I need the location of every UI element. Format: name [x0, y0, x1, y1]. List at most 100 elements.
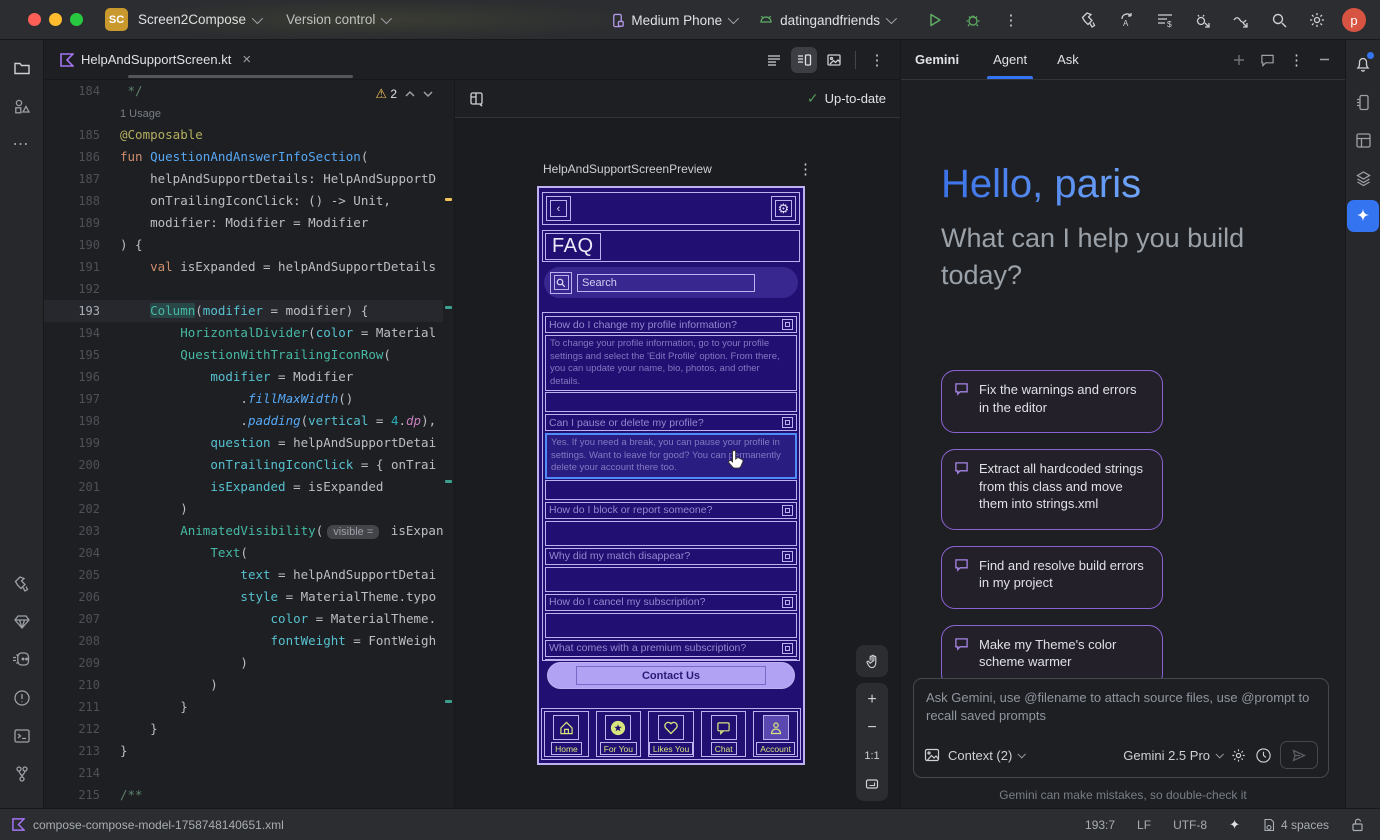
attach-debugger-icon[interactable] — [1189, 6, 1217, 34]
faq-question-row[interactable]: How do I block or report someone? — [545, 502, 797, 519]
indent-selector[interactable]: 4 spaces — [1262, 818, 1329, 832]
device-selector[interactable]: Medium Phone — [610, 13, 736, 28]
expand-toggle-icon[interactable] — [782, 597, 793, 608]
app-quality-insights-icon[interactable] — [6, 606, 38, 638]
code-line[interactable]: 186fun QuestionAndAnswerInfoSection( — [44, 146, 443, 168]
contact-us-button[interactable]: Contact Us — [547, 662, 795, 689]
device-streaming-icon[interactable]: A — [1113, 6, 1141, 34]
faq-question-row[interactable]: Why did my match disappear? — [545, 548, 797, 565]
run-button[interactable] — [921, 6, 949, 34]
code-line[interactable]: 198 .padding(vertical = 4.dp), — [44, 410, 443, 432]
tab-agent[interactable]: Agent — [987, 40, 1033, 79]
faq-answer-selected[interactable]: Yes. If you need a break, you can pause … — [545, 433, 797, 479]
split-view-button[interactable] — [791, 47, 817, 73]
code-line[interactable]: 206 style = MaterialTheme.typo — [44, 586, 443, 608]
expand-toggle-icon[interactable] — [782, 319, 793, 330]
search-bar[interactable]: Search — [544, 267, 798, 298]
send-button[interactable] — [1280, 741, 1318, 769]
code-line[interactable]: 187 helpAndSupportDetails: HelpAndSuppor… — [44, 168, 443, 190]
code-line[interactable]: 190) { — [44, 234, 443, 256]
gemini-options-kebab[interactable]: ⋮ — [1289, 51, 1304, 69]
prompt-settings-gear-icon[interactable] — [1230, 747, 1247, 764]
zoom-to-fit-button[interactable] — [856, 771, 888, 797]
status-file-breadcrumb[interactable]: compose-compose-model-1758748140651.xml — [12, 818, 284, 832]
tab-scrollbar[interactable] — [128, 75, 353, 78]
code-line[interactable]: 205 text = helpAndSupportDetai — [44, 564, 443, 586]
project-folder-icon[interactable] — [6, 52, 38, 84]
minimize-window-button[interactable] — [49, 13, 62, 26]
branch-selector[interactable]: datingandfriends — [758, 13, 894, 28]
phone-preview-canvas[interactable]: ‹ ⚙ FAQ Search How do I change my profil… — [537, 186, 805, 765]
code-line[interactable]: 197 .fillMaxWidth() — [44, 388, 443, 410]
code-line[interactable]: 213} — [44, 740, 443, 762]
app-insights-icon[interactable] — [1347, 162, 1379, 194]
tab-ask[interactable]: Ask — [1051, 40, 1085, 79]
running-devices-icon[interactable] — [1347, 86, 1379, 118]
code-line[interactable]: 202 ) — [44, 498, 443, 520]
nav-item-account[interactable]: Account — [753, 711, 798, 757]
preview-options-kebab[interactable]: ⋮ — [798, 160, 813, 178]
notifications-icon[interactable] — [1347, 48, 1379, 80]
code-line[interactable]: 185@Composable — [44, 124, 443, 146]
code-line[interactable]: 209 ) — [44, 652, 443, 674]
code-line[interactable]: 212 } — [44, 718, 443, 740]
gemini-input-box[interactable]: Ask Gemini, use @filename to attach sour… — [913, 678, 1329, 778]
suggestion-card[interactable]: Extract all hardcoded strings from this … — [941, 449, 1163, 530]
top-app-bar[interactable]: ‹ ⚙ — [542, 192, 800, 225]
chat-history-icon[interactable] — [1260, 53, 1275, 67]
code-line[interactable]: 191 val isExpanded = helpAndSupportDetai… — [44, 256, 443, 278]
search-input[interactable]: Search — [577, 274, 755, 292]
code-line[interactable]: 204 Text( — [44, 542, 443, 564]
faq-question-row[interactable]: What comes with a premium subscription? — [545, 640, 797, 657]
code-line[interactable]: 201 isExpanded = isExpanded — [44, 476, 443, 498]
code-line[interactable]: 215/** — [44, 784, 443, 806]
code-editor[interactable]: 184 */1 Usage185@Composable186fun Questi… — [44, 80, 443, 808]
zoom-in-button[interactable]: + — [856, 687, 888, 713]
resource-manager-icon[interactable] — [6, 90, 38, 122]
faq-question-row[interactable]: Can I pause or delete my profile? — [545, 414, 797, 431]
zoom-actual-size-button[interactable]: 1:1 — [856, 743, 888, 769]
hide-panel-icon[interactable] — [1318, 53, 1331, 66]
code-view-button[interactable] — [761, 47, 787, 73]
project-selector[interactable]: Screen2Compose — [138, 12, 260, 27]
encoding-selector[interactable]: UTF-8 — [1173, 818, 1207, 832]
code-line[interactable]: 188 onTrailingIconClick: () -> Unit, — [44, 190, 443, 212]
line-ending-selector[interactable]: LF — [1137, 818, 1151, 832]
expand-toggle-icon[interactable] — [782, 551, 793, 562]
inspections-widget[interactable]: ⚠ 2 — [371, 84, 437, 104]
problems-icon[interactable] — [6, 682, 38, 714]
more-actions-kebab[interactable]: ⋮ — [997, 6, 1025, 34]
profiler-icon[interactable] — [6, 644, 38, 676]
debug-button[interactable] — [959, 6, 987, 34]
faq-question-row[interactable]: How do I cancel my subscription? — [545, 594, 797, 611]
gemini-sidebar-button[interactable] — [1347, 200, 1379, 232]
terminal-icon[interactable] — [6, 720, 38, 752]
vcs-selector[interactable]: Version control — [286, 12, 389, 27]
expand-toggle-icon[interactable] — [782, 417, 793, 428]
running-list-icon[interactable]: $ — [1151, 6, 1179, 34]
caret-position[interactable]: 193:7 — [1085, 818, 1115, 832]
expand-toggle-icon[interactable] — [782, 505, 793, 516]
code-line[interactable]: 207 color = MaterialTheme. — [44, 608, 443, 630]
previous-issue-icon[interactable] — [405, 90, 415, 98]
code-line[interactable]: 194 HorizontalDivider(color = Material — [44, 322, 443, 344]
next-issue-icon[interactable] — [423, 90, 433, 98]
design-view-button[interactable] — [821, 47, 847, 73]
attach-image-icon[interactable] — [924, 747, 940, 763]
user-avatar[interactable]: p — [1342, 8, 1366, 32]
zoom-out-button[interactable]: − — [856, 715, 888, 741]
close-tab-icon[interactable]: × — [242, 51, 251, 68]
code-line[interactable]: 211 } — [44, 696, 443, 718]
faq-answer[interactable]: To change your profile information, go t… — [545, 335, 797, 391]
search-everywhere-icon[interactable] — [1265, 6, 1293, 34]
code-line[interactable]: 210 ) — [44, 674, 443, 696]
new-chat-icon[interactable] — [1232, 53, 1246, 67]
settings-button[interactable]: ⚙ — [771, 196, 796, 221]
close-window-button[interactable] — [28, 13, 41, 26]
suggestion-card[interactable]: Fix the warnings and errors in the edito… — [941, 370, 1163, 433]
context-selector[interactable]: Context (2) — [948, 748, 1024, 763]
code-line[interactable]: 214 — [44, 762, 443, 784]
nav-item-for-you[interactable]: For You — [596, 711, 641, 757]
layout-inspector-icon[interactable] — [1347, 124, 1379, 156]
code-line[interactable]: 1 Usage — [44, 102, 443, 124]
